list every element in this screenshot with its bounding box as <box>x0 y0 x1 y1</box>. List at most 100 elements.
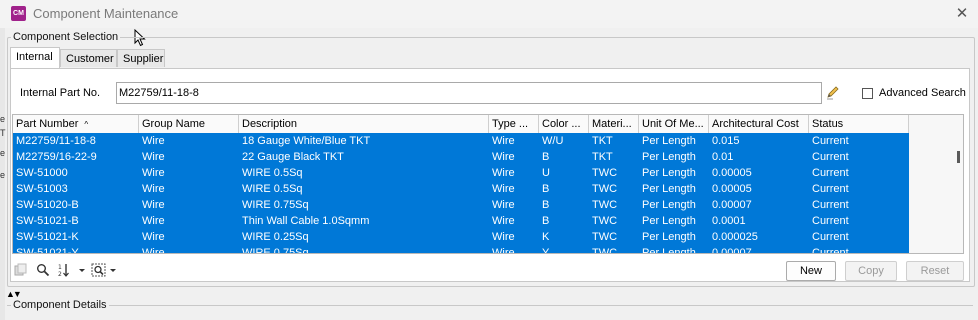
table-cell: K <box>542 231 550 243</box>
close-button[interactable]: ✕ <box>950 3 974 25</box>
svg-text:1: 1 <box>58 264 62 271</box>
table-row[interactable]: SW-51020-B Wire WIRE 0.75Sq Wire B TWC Per Len… <box>13 197 909 213</box>
table-cell: TWC <box>592 199 618 211</box>
column-header-material[interactable]: Materi... <box>589 115 639 133</box>
table-cell: SW-51003 <box>16 183 68 195</box>
column-header-type[interactable]: Type ... <box>489 115 539 133</box>
table-cell: Wire <box>492 151 515 163</box>
reset-button[interactable]: Reset <box>906 261 964 281</box>
app-icon: CM <box>11 6 26 21</box>
table-cell: Per Length <box>642 183 696 195</box>
table-cell: 22 Gauge Black TKT <box>242 151 344 163</box>
column-header-part-number[interactable]: Part Number ^ <box>13 115 139 133</box>
splitter-arrows-icon[interactable]: ▲▼ <box>6 289 22 299</box>
table-row[interactable]: SW-51003 Wire WIRE 0.5Sq Wire B TWC Per Length… <box>13 181 909 197</box>
table-cell: SW-51021-K <box>16 231 79 243</box>
table-cell: Per Length <box>642 151 696 163</box>
sort-icon[interactable]: 1 2 <box>58 263 78 277</box>
table-cell: U <box>542 167 550 179</box>
table-cell: TWC <box>592 183 618 195</box>
components-table: Part Number ^ Group Name Description Type… <box>12 114 964 254</box>
table-row[interactable]: SW-51000 Wire WIRE 0.5Sq Wire U TWC Per Length… <box>13 165 909 181</box>
internal-part-no-input[interactable] <box>116 82 822 104</box>
table-cell: Wire <box>142 167 165 179</box>
vertical-scrollbar-thumb[interactable] <box>957 151 960 163</box>
table-cell: SW-51020-B <box>16 199 79 211</box>
table-cell: TWC <box>592 247 618 254</box>
table-cell: 0.00007 <box>712 247 752 254</box>
dropdown-icon[interactable] <box>109 263 117 277</box>
zoom-icon[interactable] <box>91 263 107 277</box>
table-cell: M22759/11-18-8 <box>16 135 96 147</box>
column-header-unit-of-measure[interactable]: Unit Of Me... <box>639 115 709 133</box>
column-header-status[interactable]: Status <box>809 115 909 133</box>
table-cell: SW-51021-B <box>16 215 79 227</box>
table-row[interactable]: M22759/11-18-8 Wire 18 Gauge White/Blue TK… <box>13 133 909 149</box>
table-row[interactable]: SW-51021-B Wire Thin Wall Cable 1.0Sqmm Wir… <box>13 213 909 229</box>
column-header-group-name[interactable]: Group Name <box>139 115 239 133</box>
table-cell: Current <box>812 199 849 211</box>
search-icon[interactable] <box>36 263 50 277</box>
table-cell: 18 Gauge White/Blue TKT <box>242 135 371 147</box>
table-cell: 0.00005 <box>712 183 752 195</box>
component-details-group <box>7 305 973 306</box>
table-cell: 0.000025 <box>712 231 758 243</box>
table-cell: WIRE 0.5Sq <box>242 167 303 179</box>
table-cell: Current <box>812 247 849 254</box>
table-row[interactable]: SW-51021-K Wire WIRE 0.25Sq Wire K TWC Per Len… <box>13 229 909 245</box>
window-title: Component Maintenance <box>33 6 179 21</box>
table-cell: Wire <box>142 151 165 163</box>
table-cell: Per Length <box>642 135 696 147</box>
table-cell: B <box>542 199 550 211</box>
table-cell: Wire <box>492 183 515 195</box>
table-cell: 0.0001 <box>712 215 746 227</box>
table-cell: Wire <box>492 199 515 211</box>
copy-icon[interactable] <box>14 263 28 277</box>
table-cell: SW-51000 <box>16 167 68 179</box>
pencil-icon[interactable] <box>825 84 841 100</box>
table-cell: SW-51021-Y <box>16 247 79 254</box>
table-cell: Current <box>812 167 849 179</box>
table-filler <box>909 115 963 253</box>
table-cell: Current <box>812 151 849 163</box>
column-header-color[interactable]: Color ... <box>539 115 589 133</box>
table-cell: TWC <box>592 167 618 179</box>
edge-glyph: T <box>0 128 6 138</box>
table-cell: Wire <box>142 135 165 147</box>
dropdown-icon[interactable] <box>78 263 86 277</box>
table-cell: Current <box>812 183 849 195</box>
internal-part-no-label: Internal Part No. <box>20 87 101 99</box>
edge-glyph: e <box>0 114 6 124</box>
svg-text:2: 2 <box>58 271 62 277</box>
component-selection-title: Component Selection <box>11 31 121 43</box>
table-cell: B <box>542 215 550 227</box>
table-cell: Wire <box>142 231 165 243</box>
table-row[interactable]: SW-51021-Y Wire WIRE 0.75Sq Wire Y TWC Per Len… <box>13 245 909 254</box>
table-cell: B <box>542 151 550 163</box>
table-row[interactable]: M22759/16-22-9 Wire 22 Gauge Black TKT Wire… <box>13 149 909 165</box>
table-cell: M22759/16-22-9 <box>16 151 97 163</box>
table-cell: Wire <box>492 167 515 179</box>
new-button[interactable]: New <box>786 261 836 281</box>
table-cell: Wire <box>492 231 515 243</box>
table-cell: Current <box>812 215 849 227</box>
table-body: M22759/11-18-8 Wire 18 Gauge White/Blue TK… <box>13 133 909 254</box>
left-edge-strip: e T e e <box>0 28 6 320</box>
table-cell: WIRE 0.75Sq <box>242 247 309 254</box>
table-cell: TKT <box>592 151 613 163</box>
column-header-description[interactable]: Description <box>239 115 489 133</box>
tab-customer[interactable]: Customer <box>60 49 117 67</box>
advanced-search-checkbox[interactable] <box>862 88 873 99</box>
table-cell: TKT <box>592 135 613 147</box>
table-cell: Wire <box>142 215 165 227</box>
table-cell: Per Length <box>642 167 696 179</box>
table-cell: Wire <box>492 135 515 147</box>
tab-supplier[interactable]: Supplier <box>117 49 165 67</box>
column-header-architectural-cost[interactable]: Architectural Cost <box>709 115 809 133</box>
edge-glyph: e <box>0 148 6 158</box>
copy-button[interactable]: Copy <box>845 261 897 281</box>
table-cell: Current <box>812 135 849 147</box>
tab-internal[interactable]: Internal <box>10 47 60 68</box>
table-cell: Wire <box>142 247 165 254</box>
advanced-search-label: Advanced Search <box>879 87 966 99</box>
